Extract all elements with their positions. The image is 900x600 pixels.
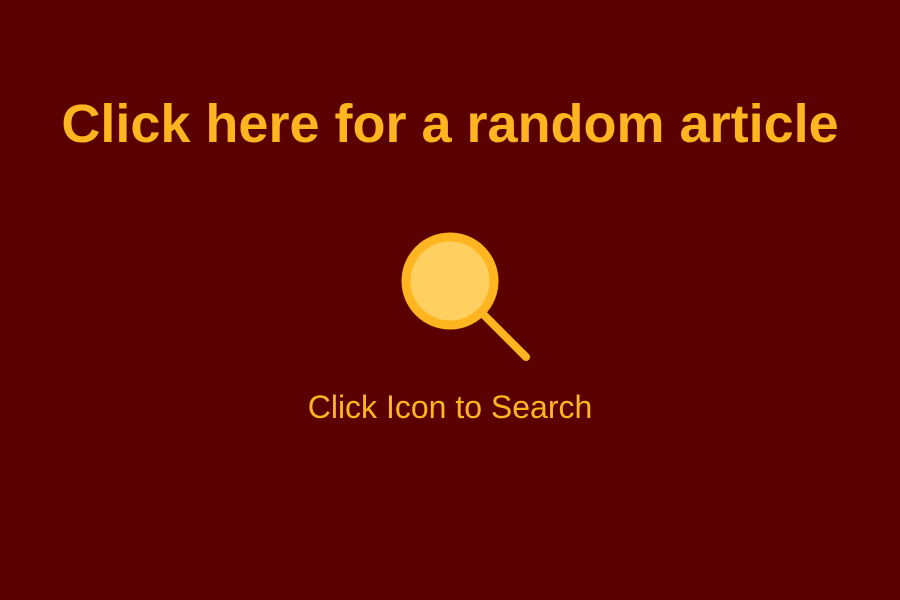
random-article-link[interactable]: Click here for a random article xyxy=(0,92,900,156)
search-caption: Click Icon to Search xyxy=(307,389,593,425)
search-icon[interactable] xyxy=(398,229,532,363)
